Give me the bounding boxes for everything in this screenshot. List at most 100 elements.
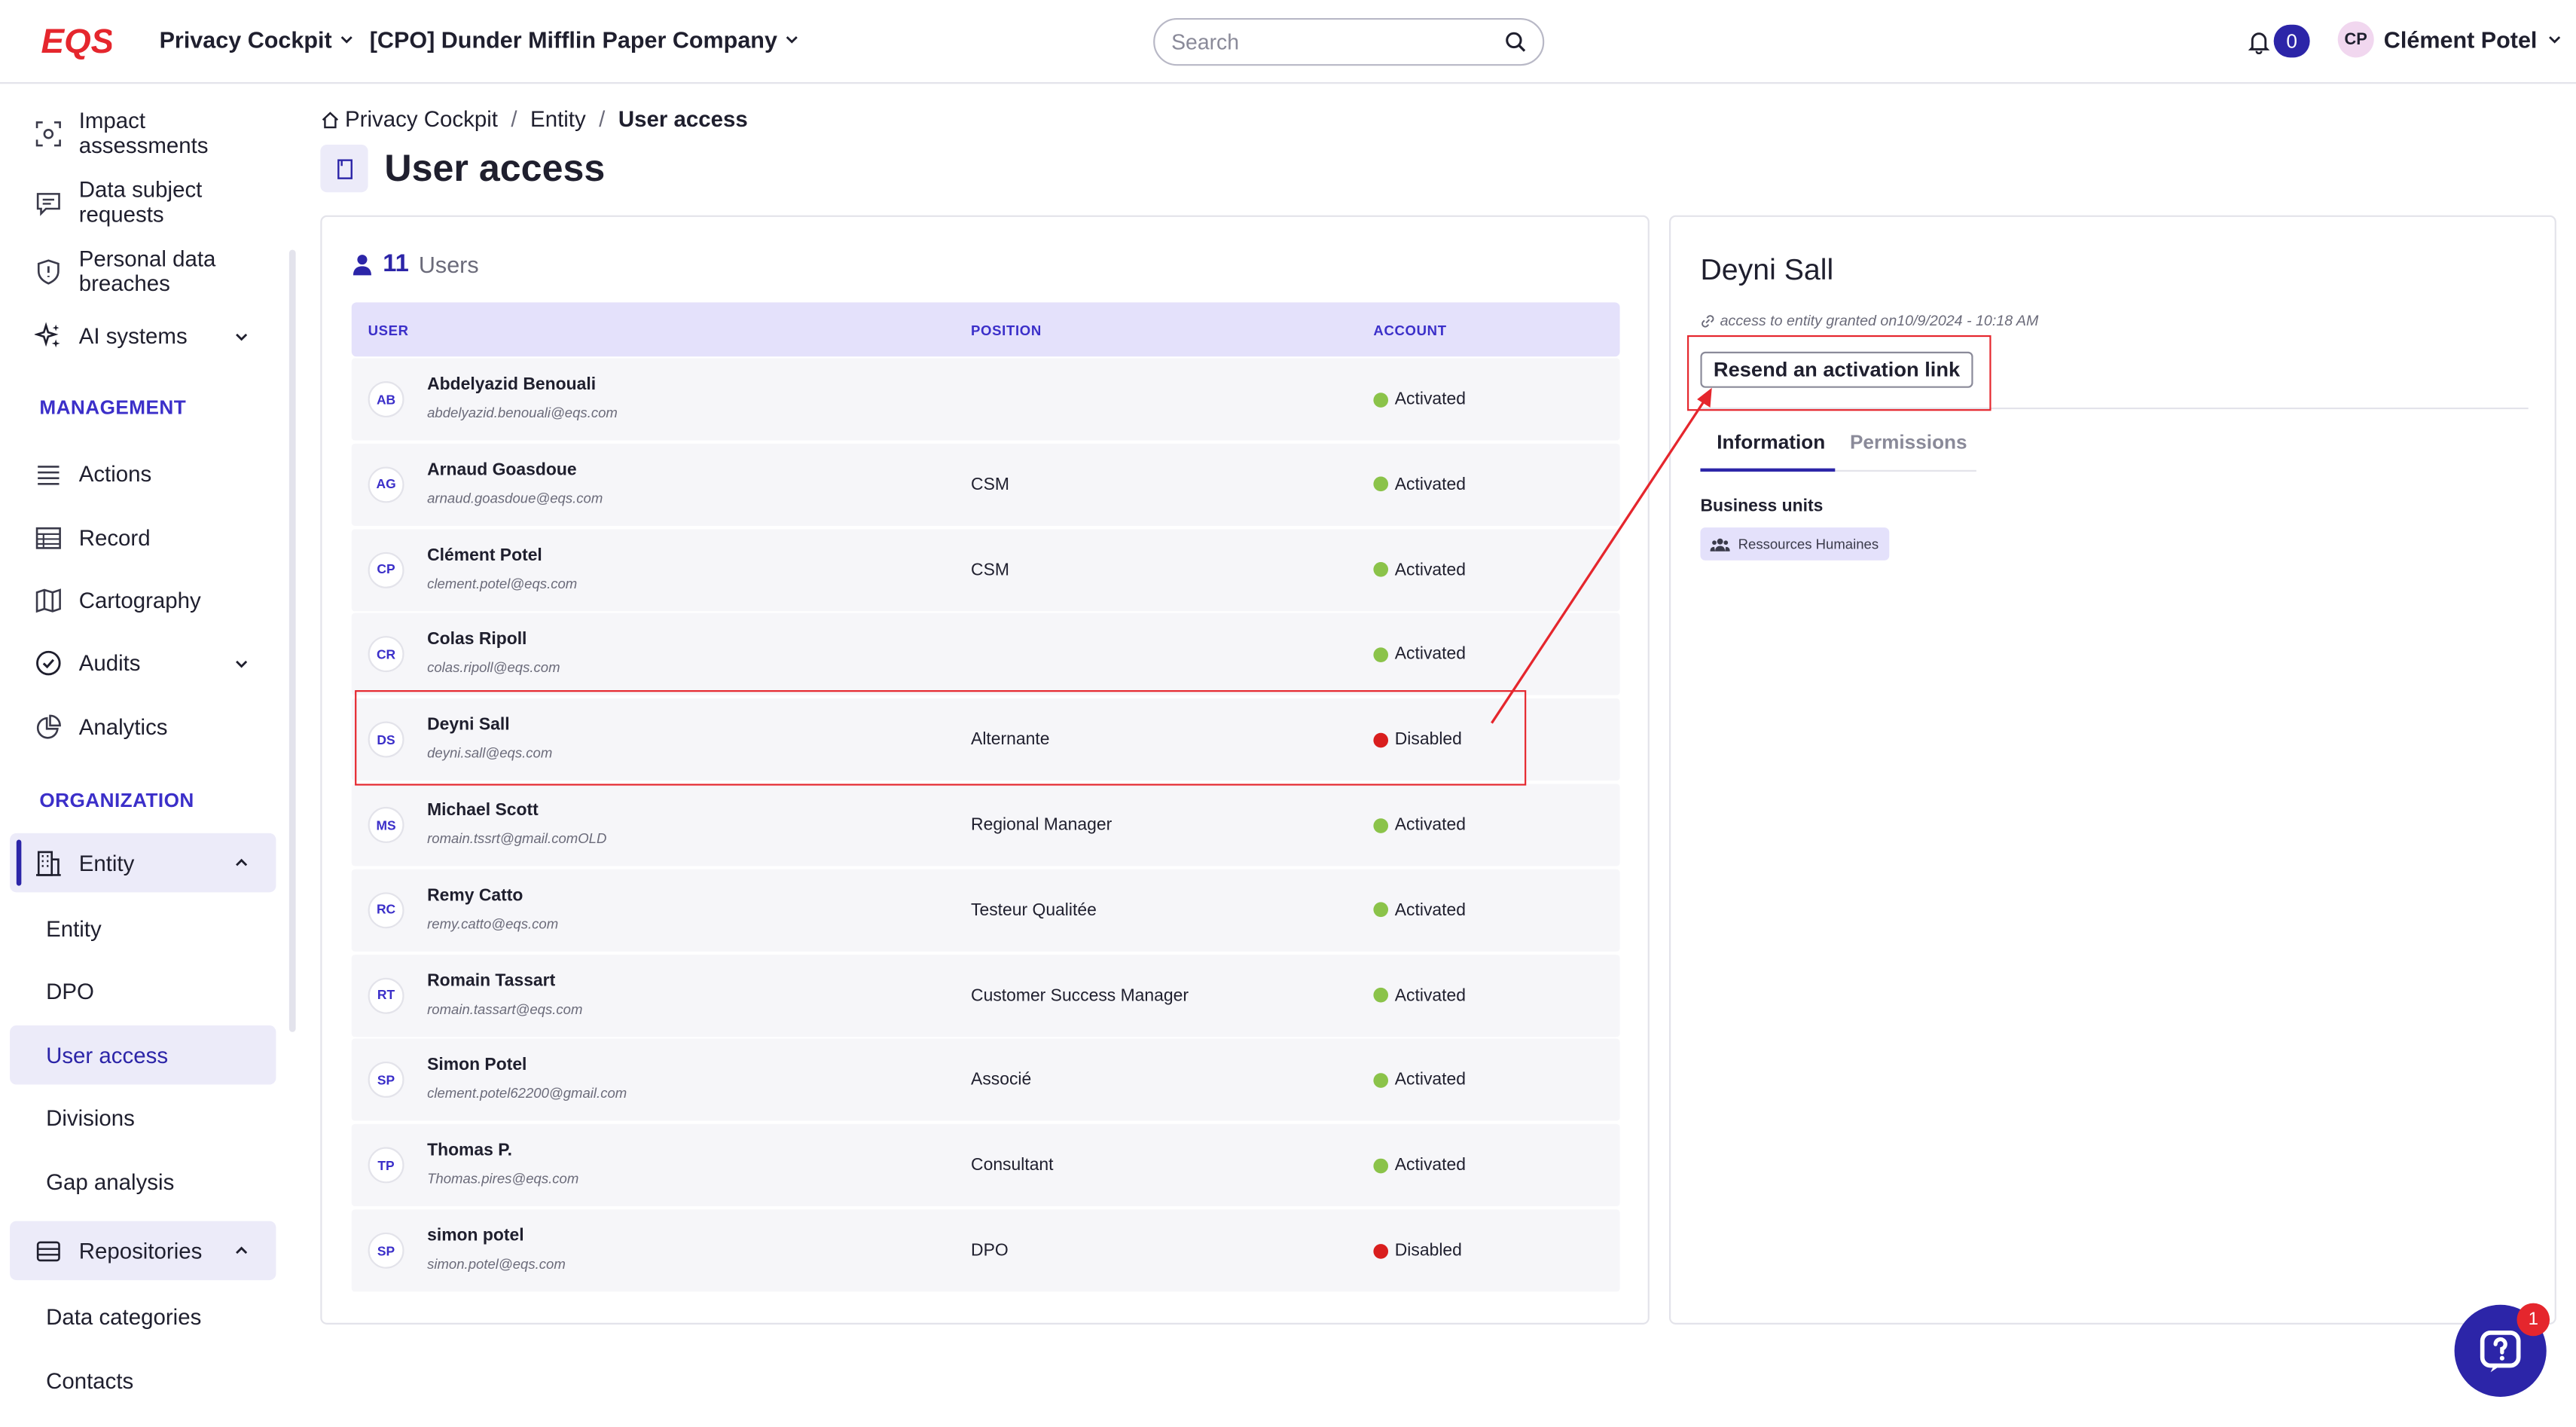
breadcrumb-current: User access bbox=[618, 106, 748, 132]
user-email-cell: remy.catto@eqs.com bbox=[427, 915, 559, 932]
chevron-down-icon bbox=[2549, 36, 2561, 44]
bookmark-icon bbox=[337, 158, 352, 179]
sidebar-item-label: Personal data breaches bbox=[78, 246, 216, 296]
table-row[interactable]: AB Abdelyazid Benouali abdelyazid.benouali… bbox=[351, 358, 1620, 441]
sidebar-item-ai-systems[interactable]: AI systems bbox=[10, 322, 276, 350]
sidebar-item-impact-assessments[interactable]: Impact assessments bbox=[10, 108, 276, 157]
status-badge: Activated bbox=[1394, 474, 1467, 495]
table-icon bbox=[35, 527, 61, 549]
chevron-down-icon bbox=[340, 36, 353, 44]
sidebar-group-repositories[interactable]: Repositories bbox=[10, 1221, 276, 1281]
sidebar-item-personal-data-breaches[interactable]: Personal data breaches bbox=[10, 246, 276, 296]
sidebar-subitem-contacts[interactable]: Contacts bbox=[10, 1351, 276, 1410]
status-dot bbox=[1373, 1158, 1389, 1173]
search-input[interactable] bbox=[1171, 29, 1505, 54]
annotation-highlight-deyni-row bbox=[355, 690, 1527, 786]
avatar: MS bbox=[368, 806, 404, 843]
home-icon[interactable] bbox=[320, 109, 340, 129]
help-question-icon bbox=[2480, 1331, 2521, 1373]
user-name-cell: Arnaud Goasdoue bbox=[427, 460, 577, 480]
status-dot bbox=[1373, 1243, 1389, 1258]
breadcrumb-entity-link[interactable]: Entity bbox=[530, 107, 586, 132]
shield-icon bbox=[37, 258, 60, 284]
account-status-cell: Activated bbox=[1373, 815, 1466, 835]
avatar: CR bbox=[368, 636, 404, 673]
search-icon[interactable] bbox=[1505, 31, 1526, 52]
avatar: RC bbox=[368, 891, 404, 928]
eqs-logo[interactable]: EQS bbox=[39, 20, 112, 63]
account-status-cell: Disabled bbox=[1373, 1240, 1462, 1260]
user-name-cell: Michael Scott bbox=[427, 800, 539, 820]
notification-count-badge[interactable]: 0 bbox=[2273, 24, 2310, 58]
user-email-cell: arnaud.goasdoue@eqs.com bbox=[427, 489, 603, 506]
sidebar-group-entity[interactable]: Entity bbox=[10, 833, 276, 893]
status-badge: Activated bbox=[1394, 1155, 1467, 1175]
sidebar-item-analytics[interactable]: Analytics bbox=[10, 714, 276, 741]
sidebar-item-actions[interactable]: Actions bbox=[10, 460, 276, 488]
sidebar-item-cartography[interactable]: Cartography bbox=[10, 587, 276, 615]
user-name-cell: Clément Potel bbox=[427, 545, 542, 565]
table-row[interactable]: RT Romain Tassart romain.tassart@eqs.com Cu… bbox=[351, 954, 1620, 1037]
avatar: CP bbox=[2337, 21, 2374, 58]
sidebar-subitem-user-access[interactable]: User access bbox=[10, 1025, 276, 1085]
app-switcher-menu[interactable]: Privacy Cockpit bbox=[160, 26, 356, 53]
chat-icon bbox=[36, 191, 60, 215]
sidebar-subitem-dpo[interactable]: DPO bbox=[10, 961, 276, 1021]
position-cell: CSM bbox=[971, 559, 1009, 580]
table-row[interactable]: CP Clément Potel clement.potel@eqs.com CSM A… bbox=[351, 528, 1620, 611]
sidebar-item-label: Analytics bbox=[78, 714, 168, 740]
search-box bbox=[1153, 17, 1545, 66]
account-status-cell: Activated bbox=[1373, 900, 1466, 920]
sidebar-scrollbar[interactable] bbox=[288, 249, 296, 1032]
position-cell: DPO bbox=[971, 1240, 1009, 1260]
sidebar-item-audits[interactable]: Audits bbox=[10, 649, 276, 677]
column-header-position: POSITION bbox=[971, 322, 1042, 339]
sidebar-item-data-subject-requests[interactable]: Data subject requests bbox=[10, 178, 276, 227]
users-group-icon bbox=[1710, 537, 1730, 551]
users-count-label: Users bbox=[418, 250, 479, 277]
bell-icon[interactable] bbox=[2248, 29, 2271, 54]
table-row[interactable]: CR Colas Ripoll colas.ripoll@eqs.com Activa… bbox=[351, 613, 1620, 696]
status-badge: Activated bbox=[1394, 814, 1467, 836]
sidebar-subitem-gap-analysis[interactable]: Gap analysis bbox=[10, 1152, 276, 1212]
active-group-indicator bbox=[16, 839, 22, 886]
user-name-cell: Abdelyazid Benouali bbox=[427, 374, 597, 395]
account-status-cell: Activated bbox=[1373, 1071, 1466, 1090]
pie-chart-icon bbox=[36, 714, 61, 739]
sidebar-subitem-entity[interactable]: Entity bbox=[10, 899, 276, 958]
breadcrumb: Privacy Cockpit / Entity / User access bbox=[320, 106, 748, 132]
table-row[interactable]: TP Thomas P. Thomas.pires@eqs.com Consultan… bbox=[351, 1124, 1620, 1207]
user-menu[interactable]: CP Clément Potel bbox=[2337, 21, 2564, 58]
breadcrumb-separator: / bbox=[511, 106, 517, 132]
link-icon bbox=[1702, 314, 1714, 327]
chevron-down-icon bbox=[786, 36, 798, 44]
page-header: User access bbox=[320, 144, 605, 193]
company-switcher-menu[interactable]: [CPO] Dunder Mifflin Paper Company bbox=[370, 26, 801, 53]
check-circle-icon bbox=[36, 650, 61, 676]
business-unit-chip[interactable]: Ressources Humaines bbox=[1700, 527, 1889, 561]
breadcrumb-home-link[interactable]: Privacy Cockpit bbox=[345, 107, 498, 132]
table-row[interactable]: RC Remy Catto remy.catto@eqs.com Testeur Qu… bbox=[351, 869, 1620, 952]
table-row[interactable]: AG Arnaud Goasdoue arnaud.goasdoue@eqs.com… bbox=[351, 443, 1620, 526]
avatar: TP bbox=[368, 1147, 404, 1184]
sidebar-item-record[interactable]: Record bbox=[10, 524, 276, 552]
status-badge: Disabled bbox=[1394, 1240, 1462, 1260]
table-row[interactable]: SP simon potel simon.potel@eqs.com DPO Disab… bbox=[351, 1209, 1620, 1292]
app-root: EQS Privacy Cockpit [CPO] Dunder Mifflin… bbox=[0, 0, 2576, 1423]
user-name-cell: Romain Tassart bbox=[427, 970, 556, 991]
map-icon bbox=[35, 588, 61, 613]
page-title-icon-box bbox=[320, 144, 368, 193]
sidebar-subitem-data-categories[interactable]: Data categories bbox=[10, 1287, 276, 1346]
list-icon bbox=[38, 466, 60, 485]
tab-permissions[interactable]: Permissions bbox=[1850, 430, 1967, 454]
section-title-management: MANAGEMENT bbox=[39, 396, 187, 420]
table-row[interactable]: SP Simon Potel clement.potel62200@gmail.co… bbox=[351, 1039, 1620, 1122]
status-dot bbox=[1373, 392, 1389, 407]
tab-information[interactable]: Information bbox=[1717, 430, 1825, 454]
chevron-up-icon bbox=[236, 858, 248, 866]
user-name-cell: simon potel bbox=[427, 1226, 524, 1246]
table-row[interactable]: MS Michael Scott romain.tssrt@gmail.comOLD… bbox=[351, 784, 1620, 866]
sidebar-subitem-divisions[interactable]: Divisions bbox=[10, 1088, 276, 1147]
avatar: CP bbox=[368, 551, 404, 588]
user-email-cell: abdelyazid.benouali@eqs.com bbox=[427, 404, 618, 421]
